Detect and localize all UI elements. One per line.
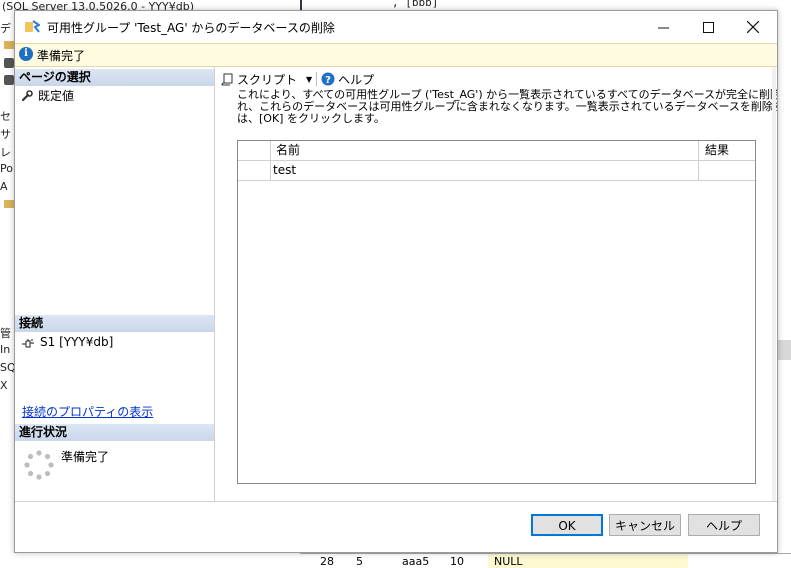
info-icon: i [19, 47, 33, 61]
progress-spinner-icon [24, 450, 54, 480]
status-text: 準備完了 [37, 49, 86, 63]
explorer-node-label[interactable]: A [0, 180, 14, 197]
left-pane: ページの選択 既定値 接続 S1 [YYY¥db] 接続のプロパティの表示 進行… [15, 67, 215, 501]
database-icon [4, 75, 14, 85]
connection-server-label: S1 [YYY¥db] [40, 335, 114, 349]
toolbar-separator [316, 72, 318, 86]
explorer-node-label[interactable]: SQ [0, 361, 14, 378]
column-header-result[interactable]: 結果 [705, 141, 729, 160]
explorer-node-label[interactable]: 管 [0, 325, 14, 342]
dialog-toolbar: スクリプト ▼ ? ヘルプ [215, 68, 775, 90]
chevron-down-icon[interactable]: ▼ [306, 75, 312, 84]
column-header-name[interactable]: 名前 [276, 141, 300, 160]
maximize-button[interactable] [685, 11, 731, 43]
folder-icon [4, 200, 14, 208]
wrench-icon [21, 89, 33, 101]
dialog-title: 可用性グループ 'Test_AG' からのデータベースの削除 [47, 21, 335, 35]
ok-button[interactable]: OK [531, 514, 603, 536]
explorer-node-label[interactable]: Po [0, 162, 14, 179]
svg-text:?: ? [325, 75, 331, 86]
script-label: スクリプト [237, 72, 298, 87]
results-cell: NULL [494, 555, 523, 568]
column-divider [270, 161, 271, 180]
help-toolbar-button[interactable]: ? ヘルプ [321, 71, 374, 88]
column-divider [698, 161, 699, 180]
explorer-node-label[interactable]: レ [0, 144, 14, 161]
column-divider [698, 141, 699, 160]
minimize-icon [657, 27, 669, 28]
progress-text: 準備完了 [61, 450, 110, 464]
availability-group-icon [25, 20, 40, 33]
query-editor-text: , [bbb] [392, 0, 439, 9]
script-icon [221, 73, 233, 85]
minimize-button[interactable] [640, 11, 686, 43]
table-row[interactable]: test [238, 161, 755, 181]
vertical-scrollbar[interactable] [772, 67, 776, 501]
results-cell: 5 [356, 555, 363, 568]
results-cell: 28 [320, 555, 334, 568]
plug-icon [22, 339, 34, 348]
select-page-header: ページの選択 [15, 69, 214, 86]
help-toolbar-label: ヘルプ [338, 72, 375, 87]
close-icon [747, 21, 759, 33]
view-connection-properties-link[interactable]: 接続のプロパティの表示 [22, 403, 153, 420]
database-icon [4, 58, 14, 68]
description-text: これにより、すべての可用性グループ ('Test_AG') から一覧表示されてい… [237, 89, 777, 129]
folder-icon [4, 41, 14, 49]
dialog-status-bar: i 準備完了 [15, 43, 777, 67]
page-item-label: 既定値 [38, 89, 75, 103]
grid-header: 名前 結果 [238, 141, 755, 161]
explorer-node-label[interactable]: デ [0, 20, 14, 37]
column-divider [270, 141, 271, 160]
close-button[interactable] [730, 11, 776, 43]
explorer-node-label[interactable]: サ [0, 126, 14, 143]
remove-database-dialog: 可用性グループ 'Test_AG' からのデータベースの削除 i 準備完了 ペー… [14, 10, 778, 553]
script-button[interactable]: スクリプト ▼ [221, 71, 312, 88]
results-cell: 10 [450, 555, 464, 568]
connection-server: S1 [YYY¥db] [21, 335, 113, 349]
help-icon: ? [321, 72, 335, 86]
cancel-button[interactable]: キャンセル [609, 514, 681, 536]
dialog-titlebar[interactable]: 可用性グループ 'Test_AG' からのデータベースの削除 [15, 11, 777, 43]
maximize-icon [702, 21, 714, 33]
explorer-node-label[interactable]: X [0, 379, 14, 396]
footer-divider [15, 501, 777, 502]
explorer-node-label[interactable]: In [0, 343, 14, 360]
progress-header: 進行状況 [15, 424, 214, 441]
connection-header: 接続 [15, 315, 214, 332]
page-item-general[interactable]: 既定値 [21, 87, 74, 104]
description-line: は、[OK] をクリックします。 [237, 112, 385, 125]
results-grid-row: 28 5 aaa5 10 NULL [300, 553, 791, 568]
help-button[interactable]: ヘルプ [688, 514, 760, 536]
explorer-node-label[interactable]: セ [0, 108, 14, 125]
database-grid[interactable]: 名前 結果 test [237, 140, 756, 484]
background-panel [777, 340, 791, 360]
cell-database-name: test [273, 163, 297, 177]
results-cell: aaa5 [402, 555, 430, 568]
